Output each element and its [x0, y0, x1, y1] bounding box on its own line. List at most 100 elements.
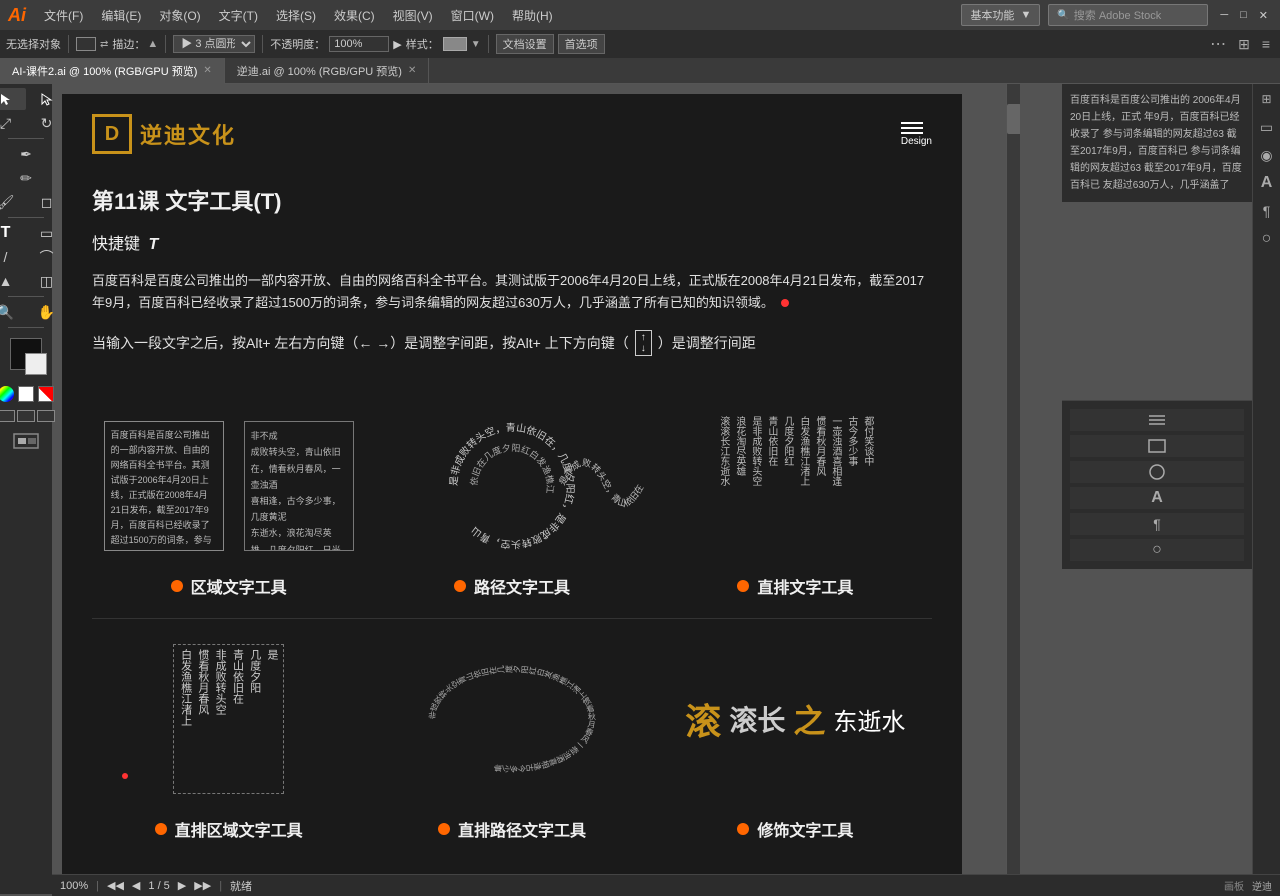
select-tool[interactable] — [0, 88, 26, 110]
menu-object[interactable]: 对象(O) — [151, 5, 208, 26]
paint-bucket[interactable]: ▲ — [0, 270, 26, 292]
design-doc: D 逆迪文化 Design 第11课 文字工具(T) 快捷键 T 百度百科是百度… — [62, 94, 962, 874]
toolbar: 无选择对象 ⇄ 描边： ▲ ▶ 3 点圆形 不透明度： ▶ 样式： ▼ 文档设置… — [0, 30, 1280, 58]
tab-2[interactable]: 逆迪.ai @ 100% (RGB/GPU 预览) ✕ — [225, 58, 430, 84]
vert-col-7: 惯看秋月春风 — [813, 416, 826, 556]
vertical-text-example: 滚滚长江东逝水 浪花淘尽英雄 是非成败转头空 青山依旧在 几度夕阳红 白发渔樵江… — [659, 406, 932, 598]
blob-brush[interactable]: 🖌 — [0, 191, 26, 213]
view-btn-2[interactable] — [17, 410, 35, 422]
arrange-icon[interactable]: ⊞ — [1234, 36, 1254, 53]
color-selector[interactable] — [10, 338, 42, 370]
nav-forward[interactable]: ▶ — [178, 879, 186, 892]
close-btn[interactable]: ✕ — [1255, 9, 1272, 22]
mini-icon-circle[interactable] — [1070, 461, 1244, 483]
vert-col-6: 白发渔樵江渚上 — [797, 416, 810, 556]
bottom-bar: 100% | ◀◀ ◀ 1 / 5 ▶ ▶▶ | 就绪 画板 逆迪 — [52, 874, 1280, 896]
mini-icon-type[interactable]: A — [1070, 487, 1244, 509]
no-selection-label: 无选择对象 — [6, 36, 61, 52]
properties-icon[interactable]: ≡ — [1258, 36, 1274, 52]
decor-text-display: 滚 滚长 之 东逝水 — [685, 693, 905, 745]
zoom-tool[interactable]: 🔍 — [0, 301, 26, 323]
no-color-btn[interactable] — [18, 386, 34, 402]
panel-icon-4[interactable]: A — [1256, 172, 1278, 194]
menu-view[interactable]: 视图(V) — [385, 5, 441, 26]
preferences-btn[interactable]: 首选项 — [558, 34, 605, 54]
panel-icon-3[interactable]: ◉ — [1256, 144, 1278, 166]
menu-file[interactable]: 文件(F) — [36, 5, 91, 26]
none-btn[interactable] — [38, 386, 54, 402]
view-btn-1[interactable] — [0, 410, 15, 422]
tab-1-close[interactable]: ✕ — [203, 65, 211, 76]
vert-path-example: 非成败转头空青山依旧在几度夕阳红白发渔樵江渚上惯看秋月春风一壶浊酒喜相逢古今多少… — [375, 629, 648, 841]
swap-icon[interactable]: ⇄ — [100, 39, 108, 50]
shape-tool[interactable]: ▭ — [27, 222, 67, 244]
opacity-input[interactable] — [329, 36, 389, 52]
stroke-box[interactable] — [25, 353, 47, 375]
decor-text-example: 滚 滚长 之 东逝水 修饰文字工具 — [659, 629, 932, 841]
fill-box[interactable] — [10, 338, 42, 370]
tool-dot-3 — [737, 580, 749, 592]
pen-tool[interactable]: ✒ — [6, 143, 46, 165]
hamburger-menu[interactable]: Design — [901, 122, 932, 147]
hand-tool[interactable]: ✋ — [27, 301, 67, 323]
design-header: D 逆迪文化 Design — [62, 94, 962, 164]
fill-color[interactable] — [76, 37, 96, 51]
arc-tool[interactable]: ⌒ — [27, 246, 67, 268]
menu-text[interactable]: 文字(T) — [211, 5, 266, 26]
brand-icon-text: D — [105, 123, 119, 146]
scroll-thumb-v[interactable] — [1007, 104, 1020, 134]
menu-help[interactable]: 帮助(H) — [504, 5, 561, 26]
search-bar[interactable]: 🔍 搜索 Adobe Stock — [1048, 4, 1208, 26]
color-mode-btn[interactable] — [0, 386, 14, 402]
artboard-tool[interactable] — [12, 432, 40, 455]
panel-icon-5[interactable]: ¶ — [1256, 200, 1278, 222]
mini-icon-rect[interactable] — [1070, 435, 1244, 457]
mini-icon-opacity[interactable]: ○ — [1070, 539, 1244, 561]
eraser-tool[interactable]: ◻ — [27, 191, 67, 213]
rotate-tool[interactable]: ↻ — [27, 112, 67, 134]
tab-2-close[interactable]: ✕ — [408, 65, 416, 76]
warp-tool[interactable]: ⤢ — [0, 112, 26, 134]
doc-settings-btn[interactable]: 文档设置 — [496, 34, 554, 54]
design-label: Design — [901, 136, 932, 147]
menu-edit[interactable]: 编辑(E) — [93, 5, 149, 26]
menu-window[interactable]: 窗口(W) — [443, 5, 502, 26]
nav-back[interactable]: ◀ — [132, 879, 140, 892]
zoom-level[interactable]: 100% — [60, 880, 88, 892]
minimize-btn[interactable]: ─ — [1216, 9, 1232, 22]
gradient-tool[interactable]: ◫ — [27, 270, 67, 292]
panel-icon-6[interactable]: ○ — [1256, 228, 1278, 250]
nav-next[interactable]: ▶▶ — [194, 879, 211, 892]
menu-effect[interactable]: 效果(C) — [326, 5, 383, 26]
menu-hamburger[interactable] — [901, 122, 932, 134]
brush-selector[interactable]: ▶ 3 点圆形 — [173, 35, 255, 53]
window-controls[interactable]: ─ □ ✕ — [1216, 9, 1272, 22]
mini-icon-lines[interactable] — [1070, 409, 1244, 431]
canvas-area[interactable]: D 逆迪文化 Design 第11课 文字工具(T) 快捷键 T 百度百科是百度… — [52, 84, 1020, 874]
vert-col-10: 都付笑谈中 — [861, 416, 874, 556]
pencil-tool[interactable]: ✏ — [6, 167, 46, 189]
type-tool[interactable]: T — [0, 222, 26, 244]
expand-icon[interactable]: ⋯ — [1206, 34, 1230, 54]
direct-select-tool[interactable] — [27, 88, 67, 110]
view-btn-3[interactable] — [37, 410, 55, 422]
area-text-img: 百度百科是百度公司推出的一部内容开放、自由的网络百科全书平台。其测试版于2006… — [92, 406, 365, 566]
workspace-selector[interactable]: 基本功能 ▼ — [961, 4, 1040, 26]
mini-icon-para[interactable]: ¶ — [1070, 513, 1244, 535]
nav-prev[interactable]: ◀◀ — [107, 879, 124, 892]
text-shape-tools: T ▭ — [0, 222, 67, 244]
scroll-v[interactable] — [1006, 84, 1020, 874]
area-text-demo: 百度百科是百度公司推出的一部内容开放、自由的网络百科全书平台。其测试版于2006… — [104, 421, 224, 551]
paint-bucket-tools: ▲ ◫ — [0, 270, 67, 292]
panel-icon-1[interactable]: ⊞ — [1256, 88, 1278, 110]
menu-select[interactable]: 选择(S) — [268, 5, 324, 26]
ai-logo: Ai — [8, 5, 26, 26]
tool-sep-1 — [8, 138, 44, 139]
tab-1[interactable]: AI-课件2.ai @ 100% (RGB/GPU 预览) ✕ — [0, 58, 225, 84]
path-text-example: 是非成败转头空，青山依旧在，几度夕阳红，是非成败转头空，青山 依旧在几度夕阳红白… — [375, 406, 648, 598]
description-text: 百度百科是百度公司推出的一部内容开放、自由的网络百科全书平台。其测试版于2006… — [92, 270, 932, 314]
restore-btn[interactable]: □ — [1236, 9, 1251, 22]
panel-icon-2[interactable]: ▭ — [1256, 116, 1278, 138]
line-tool[interactable]: / — [0, 246, 26, 268]
svg-text:是非成败转头空，青山依旧在，几度夕阳红，是非成败转头空，青山: 是非成败转头空，青山依旧在，几度夕阳红，是非成败转头空，青山 — [448, 421, 577, 551]
